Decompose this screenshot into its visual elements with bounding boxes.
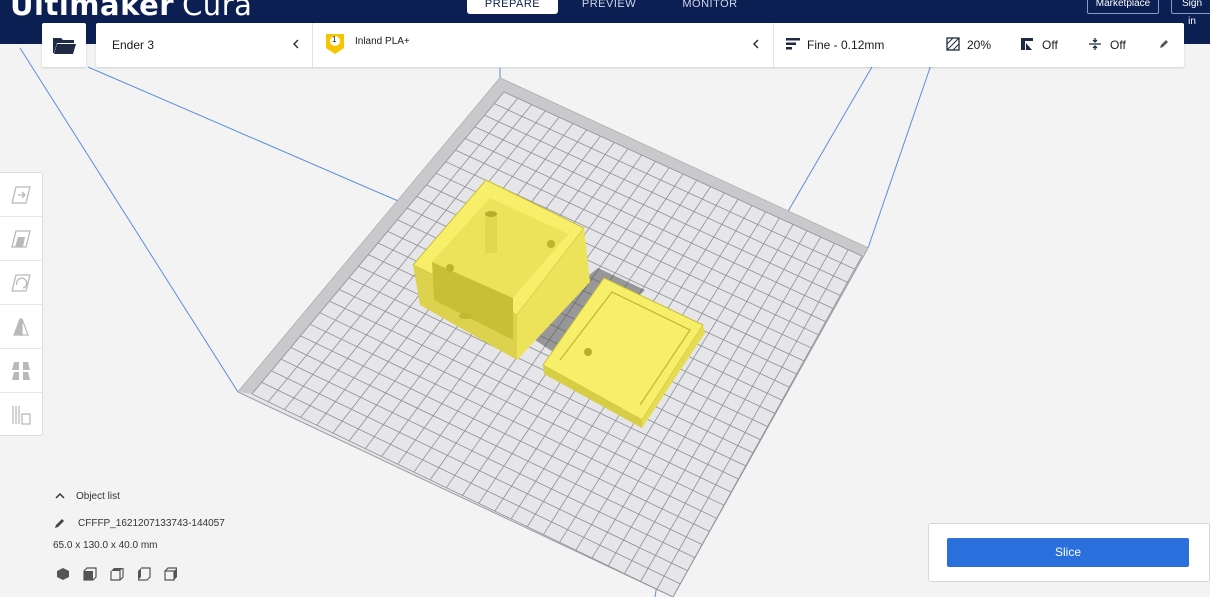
mirror-tool-icon [13,318,29,336]
app-logo: Ultimaker Cura [10,0,252,22]
brand-product: Cura [182,0,253,22]
tab-preview[interactable]: PREVIEW [567,0,651,14]
slice-button[interactable]: Slice [947,538,1189,567]
move-tool-icon [11,186,31,204]
support-value: Off [1042,38,1058,52]
object-list-label: Object list [76,491,120,502]
tool-panel [0,172,43,436]
print-settings-selector[interactable]: Fine - 0.12mm 20% Off Off [774,23,1184,67]
sign-in-button[interactable]: Sign in [1171,0,1210,27]
infill-icon [946,37,960,51]
object-name: CFFFP_1621207133743-144057 [78,518,225,529]
chevron-left-icon [752,39,759,49]
scale-tool-icon [11,230,31,248]
per-model-settings-icon [12,362,30,380]
chevron-left-icon [292,39,299,49]
tab-monitor[interactable]: MONITOR [665,0,755,14]
support-icon [1021,38,1033,50]
material-selector[interactable]: 1 Inland PLA+ [313,23,774,67]
3d-viewport[interactable] [0,0,1210,597]
printer-name: Ender 3 [112,38,155,52]
object-list-toggle[interactable]: Object list [52,488,252,504]
adhesion-value: Off [1110,38,1126,52]
material-name: Inland PLA+ [355,36,410,47]
rotate-tool-button[interactable] [0,261,42,305]
adhesion-icon [1089,38,1101,50]
marketplace-button[interactable]: Marketplace [1087,0,1159,14]
pencil-icon[interactable] [54,517,66,529]
printer-settings-bar: Ender 3 1 Inland PLA+ Fine - 0.12mm 20% … [96,23,1184,67]
3d-view-icon[interactable] [56,567,70,581]
view-buttons [56,567,186,583]
object-dimensions: 65.0 x 130.0 x 40.0 mm [53,540,158,551]
infill-value: 20% [967,38,992,52]
folder-icon [53,38,76,54]
tab-prepare[interactable]: PREPARE [467,0,558,14]
top-view-icon[interactable] [110,567,124,581]
slice-panel: Slice [928,523,1210,582]
per-model-settings-button[interactable] [0,349,42,393]
pencil-icon [1160,40,1168,48]
profile-icon [786,38,800,50]
support-blocker-icon [12,406,31,425]
chevron-up-icon [55,492,65,499]
scale-tool-button[interactable] [0,217,42,261]
right-view-icon[interactable] [164,567,178,581]
brand-name: Ultimaker [10,0,175,22]
support-blocker-button[interactable] [0,393,42,436]
left-view-icon[interactable] [137,567,151,581]
rotate-tool-icon [11,274,31,292]
mirror-tool-button[interactable] [0,305,42,349]
printer-selector[interactable]: Ender 3 [96,23,313,67]
front-view-icon[interactable] [83,567,97,581]
profile-name: Fine - 0.12mm [807,38,885,52]
move-tool-button[interactable] [0,173,42,217]
extruder-number: 1 [332,35,337,44]
open-file-button[interactable] [42,23,86,67]
